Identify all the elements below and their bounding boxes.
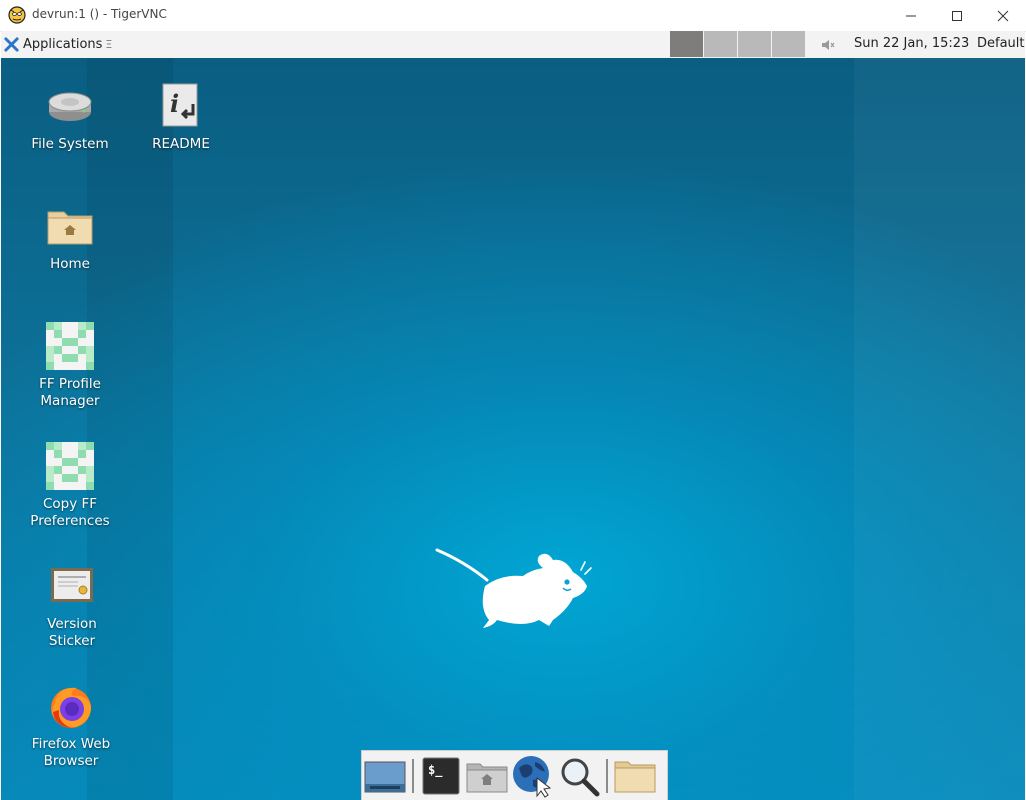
ff-preferences-icon bbox=[46, 442, 94, 490]
xfce-mouse-logo bbox=[435, 548, 592, 628]
xfce-logo-icon bbox=[4, 37, 19, 52]
volume-muted-icon[interactable] bbox=[820, 37, 836, 53]
applications-menu-button[interactable]: Applications Ξ bbox=[4, 34, 112, 55]
tigervnc-icon bbox=[8, 6, 26, 24]
close-icon bbox=[997, 10, 1009, 21]
icon-label: FF Profile Manager bbox=[39, 376, 101, 409]
panel-handle-glyph: Ξ bbox=[105, 38, 113, 51]
desktop-icon-ff-profile-manager[interactable]: FF Profile Manager bbox=[22, 322, 118, 410]
workspace-4-button[interactable] bbox=[771, 31, 805, 57]
icon-label: Home bbox=[50, 256, 90, 272]
icon-label: Version Sticker bbox=[47, 616, 97, 649]
dock-web-browser-button[interactable] bbox=[510, 753, 556, 799]
desktop-icon-firefox[interactable]: Firefox Web Browser bbox=[23, 682, 119, 770]
dock-separator bbox=[606, 759, 608, 793]
home-folder-icon bbox=[466, 763, 508, 793]
user-menu[interactable]: Default bbox=[977, 36, 1025, 51]
svg-text:i: i bbox=[170, 89, 179, 118]
workspace-3-button[interactable] bbox=[737, 31, 771, 57]
dock-file-manager-button[interactable] bbox=[464, 753, 510, 799]
icon-label: Firefox Web Browser bbox=[31, 736, 111, 769]
vnc-window-titlebar[interactable]: devrun:1 () - TigerVNC bbox=[0, 0, 1026, 32]
icon-label: Copy FF Preferences bbox=[30, 496, 110, 529]
desktop-icon-version-sticker[interactable]: Version Sticker bbox=[24, 562, 120, 650]
applications-label: Applications bbox=[23, 37, 103, 52]
close-button[interactable] bbox=[980, 0, 1026, 31]
icon-label: File System bbox=[31, 136, 109, 152]
home-folder-icon bbox=[47, 211, 93, 245]
maximize-button[interactable] bbox=[934, 0, 980, 31]
ff-profile-icon bbox=[46, 322, 94, 370]
workspace-2-button[interactable] bbox=[703, 31, 737, 57]
dock-show-desktop-button[interactable] bbox=[362, 753, 408, 799]
icon-label: README bbox=[152, 136, 210, 152]
bottom-dock: $_ bbox=[361, 750, 668, 800]
desktop-icon-readme[interactable]: i README bbox=[133, 82, 229, 153]
desktop-icon-copy-ff-preferences[interactable]: Copy FF Preferences bbox=[22, 442, 118, 530]
top-panel: Applications Ξ Sun 22 Jan, 15:23 Default bbox=[1, 31, 1025, 59]
workspace-switcher bbox=[670, 31, 805, 58]
window-title: devrun:1 () - TigerVNC bbox=[32, 7, 167, 21]
dock-app-finder-button[interactable] bbox=[556, 753, 602, 799]
minimize-icon bbox=[906, 15, 916, 16]
show-desktop-icon bbox=[364, 761, 406, 793]
hard-drive-icon bbox=[48, 92, 92, 121]
folder-icon bbox=[614, 761, 656, 793]
info-document-icon: i bbox=[162, 83, 198, 127]
firefox-icon bbox=[51, 687, 91, 728]
dock-folder-button[interactable] bbox=[612, 753, 658, 799]
dock-separator bbox=[412, 759, 414, 793]
maximize-icon bbox=[952, 10, 962, 21]
panel-clock[interactable]: Sun 22 Jan, 15:23 bbox=[854, 36, 969, 51]
svg-text:$_: $_ bbox=[428, 763, 443, 778]
dock-terminal-button[interactable]: $_ bbox=[418, 753, 464, 799]
globe-icon bbox=[513, 756, 552, 798]
wallpaper-stripe bbox=[854, 58, 1025, 800]
minimize-button[interactable] bbox=[888, 0, 934, 31]
workspace-1-button[interactable] bbox=[670, 31, 703, 57]
desktop-icon-file-system[interactable]: File System bbox=[22, 82, 118, 153]
desktop[interactable]: File System i README Home FF Profile Man… bbox=[1, 58, 1025, 800]
desktop-icon-home[interactable]: Home bbox=[22, 202, 118, 273]
certificate-icon bbox=[51, 568, 93, 602]
terminal-icon: $_ bbox=[422, 757, 460, 795]
magnifier-icon bbox=[561, 758, 600, 797]
